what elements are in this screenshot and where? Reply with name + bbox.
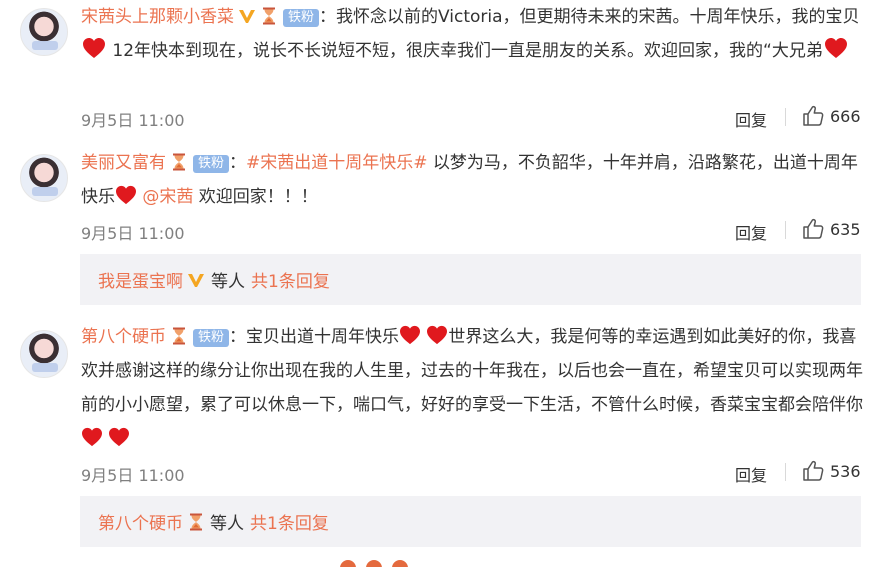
heart-icon [823, 37, 849, 59]
comment-username[interactable]: 第八个硬币 [81, 327, 166, 347]
thumbs-up-icon [802, 460, 824, 482]
comment-username[interactable]: 美丽又富有 [81, 153, 166, 173]
reply-button[interactable]: 回复 [735, 107, 767, 131]
comment-text: 宋茜头上那颗小香菜 铁粉 ：我怀念以前的Victoria，但更期待未来的宋茜。十周年… [81, 0, 866, 68]
avatar[interactable] [20, 154, 68, 202]
comment-body-2: 欢迎回家！！！ [193, 187, 318, 207]
like-button[interactable]: 666 [802, 105, 861, 127]
comment-time: 9月5日 11:00 [81, 224, 185, 243]
verified-v-icon [187, 272, 205, 288]
avatar[interactable] [20, 330, 68, 378]
comment-time: 9月5日 11:00 [81, 111, 185, 130]
fan-badge: 铁粉 [193, 329, 230, 347]
hourglass-icon [171, 153, 187, 171]
hourglass-icon [188, 513, 204, 531]
fan-badge: 铁粉 [193, 155, 230, 173]
emoji-row-partial [340, 560, 408, 567]
comment-body: ：我怀念以前的Victoria，但更期待未来的宋茜。十周年快乐，我的宝贝 [319, 7, 860, 27]
like-count: 536 [830, 461, 861, 481]
sub-reply-count-link[interactable]: 共1条回复 [251, 267, 330, 292]
heart-icon [81, 427, 103, 447]
comment-time: 9月5日 11:00 [81, 466, 185, 485]
reply-button[interactable]: 回复 [735, 220, 767, 244]
sub-reply-count-link[interactable]: 共1条回复 [250, 509, 329, 534]
sub-reply-user[interactable]: 第八个硬币 [98, 509, 183, 534]
fan-badge: 铁粉 [283, 9, 320, 27]
heart-icon [81, 37, 107, 59]
hourglass-icon [261, 7, 277, 25]
thumbs-up-icon [802, 105, 824, 127]
like-count: 666 [830, 106, 861, 126]
comment-body: ：宝贝出道十周年快乐 [229, 327, 400, 347]
mention-link[interactable]: @宋茜 [142, 187, 193, 207]
comment-text: 第八个硬币 铁粉 ：宝贝出道十周年快乐 世界这么大，我是何等的幸运遇到如此美好的你，… [81, 320, 866, 456]
divider [785, 108, 786, 126]
emoji-icon [366, 560, 382, 567]
hourglass-icon [171, 327, 187, 345]
comment-colon: ： [229, 153, 247, 173]
sub-reply-others: 等人 [211, 272, 245, 292]
avatar[interactable] [20, 8, 68, 56]
divider [785, 463, 786, 481]
thumbs-up-icon [802, 218, 824, 240]
divider [785, 221, 786, 239]
heart-icon [399, 325, 421, 345]
comment-username[interactable]: 宋茜头上那颗小香菜 [81, 7, 234, 27]
verified-v-icon [238, 8, 256, 24]
comment-body-2: 12年快本到现在，说长不长说短不短，很庆幸我们一直是朋友的关系。欢迎回家，我的“… [107, 41, 823, 61]
reply-button[interactable]: 回复 [735, 462, 767, 486]
like-count: 635 [830, 219, 861, 239]
like-button[interactable]: 536 [802, 460, 861, 482]
heart-icon [426, 325, 448, 345]
emoji-icon [340, 560, 356, 567]
sub-reply-others: 等人 [210, 514, 244, 534]
topic-link[interactable]: #宋茜出道十周年快乐# [246, 153, 428, 173]
like-button[interactable]: 635 [802, 218, 861, 240]
heart-icon [115, 185, 137, 205]
sub-reply-summary[interactable]: 第八个硬币 等人 共1条回复 [80, 496, 861, 547]
sub-reply-user[interactable]: 我是蛋宝啊 [98, 267, 183, 292]
heart-icon [108, 427, 130, 447]
sub-reply-summary[interactable]: 我是蛋宝啊 等人 共1条回复 [80, 254, 861, 305]
emoji-icon [392, 560, 408, 567]
comment-text: 美丽又富有 铁粉 ：#宋茜出道十周年快乐# 以梦为马，不负韶华，十年并肩，沿路繁花，… [81, 146, 866, 214]
